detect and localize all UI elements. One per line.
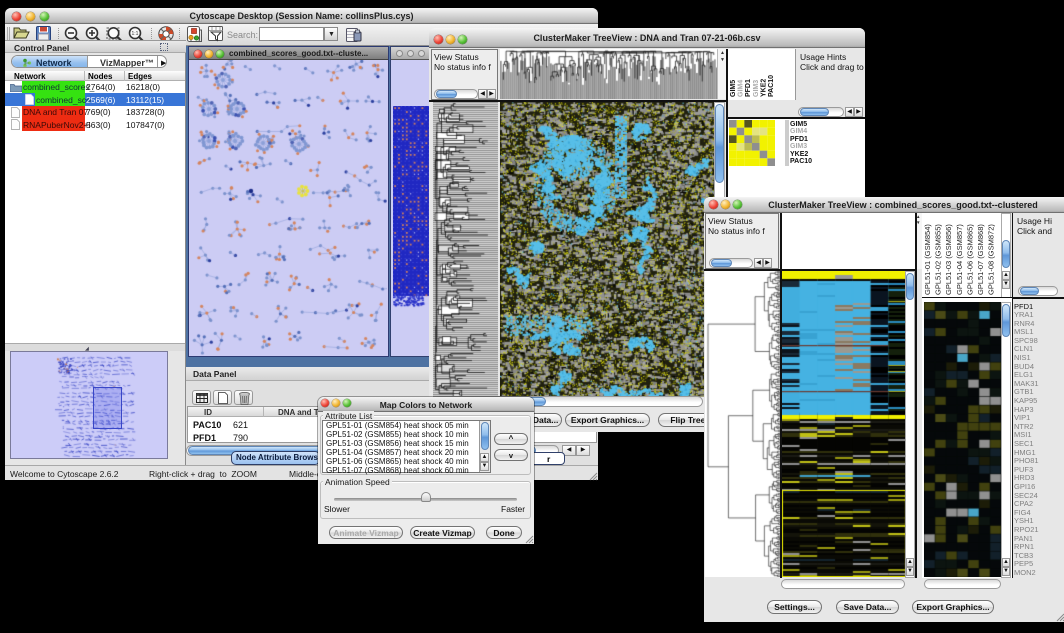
- svg-text:GPL51-03 (GSM856): GPL51-03 (GSM856): [944, 224, 953, 295]
- svg-text:GIM5: GIM5: [730, 80, 737, 97]
- svg-text:PAC10: PAC10: [768, 75, 775, 97]
- svg-text:GIM3: GIM3: [753, 80, 760, 97]
- svg-text:YKE2: YKE2: [760, 79, 767, 97]
- svg-text:GPL51-01 (GSM854): GPL51-01 (GSM854): [923, 224, 932, 295]
- svg-text:GPL51-08 (GSM872): GPL51-08 (GSM872): [987, 224, 996, 295]
- svg-text:GPL51-02 (GSM855): GPL51-02 (GSM855): [934, 224, 943, 295]
- svg-text:GPL51-04 (GSM857): GPL51-04 (GSM857): [955, 224, 964, 295]
- svg-text:GPL51-07 (GSM868): GPL51-07 (GSM868): [976, 224, 985, 295]
- svg-text:GIM4: GIM4: [738, 80, 745, 97]
- svg-text:PFD1: PFD1: [745, 79, 752, 97]
- svg-text:GPL51-06 (GSM865): GPL51-06 (GSM865): [965, 224, 974, 295]
- svg-text:1:1: 1:1: [132, 31, 139, 37]
